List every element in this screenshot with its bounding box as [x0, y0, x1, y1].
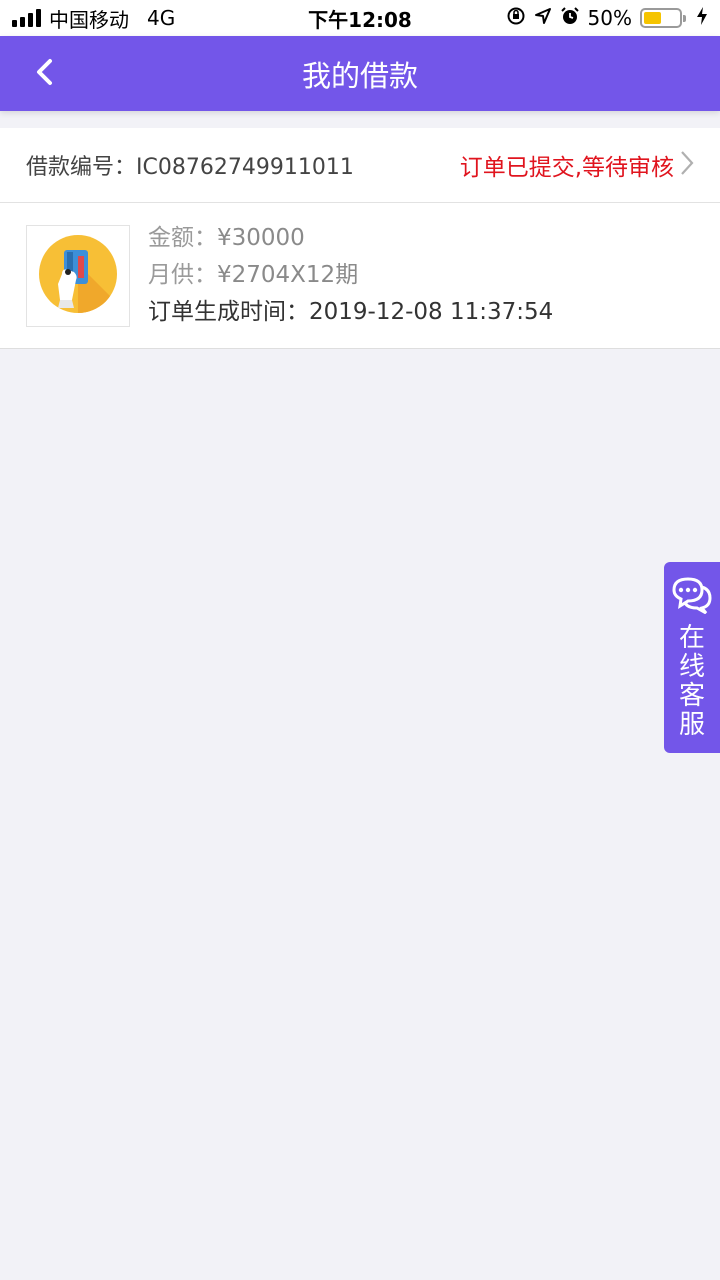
created-time-row: 订单生成时间：2019-12-08 11:37:54 — [148, 297, 553, 328]
signal-strength-icon — [12, 9, 41, 27]
order-thumbnail — [26, 224, 130, 327]
chevron-left-icon — [34, 57, 54, 91]
order-status: 订单已提交,等待审核 — [459, 155, 674, 181]
amount-value: ¥30000 — [217, 225, 305, 251]
chevron-right-icon — [680, 150, 694, 180]
amount-label: 金额： — [148, 225, 217, 251]
monthly-row: 月供：¥2704X12期 — [148, 260, 553, 291]
nav-bar: 我的借款 — [0, 36, 720, 111]
status-bar-right: 50% — [506, 6, 708, 30]
monthly-label: 月供： — [148, 262, 217, 288]
status-bar-left: 中国移动 4G — [12, 4, 175, 33]
created-time-value: 2019-12-08 11:37:54 — [309, 299, 554, 325]
location-arrow-icon — [534, 7, 552, 29]
order-number: 借款编号：IC08762749911011 — [26, 149, 354, 181]
created-time-label: 订单生成时间： — [148, 299, 309, 325]
order-info: 金额：¥30000 月供：¥2704X12期 订单生成时间：2019-12-08… — [148, 223, 553, 328]
order-card[interactable]: 金额：¥30000 月供：¥2704X12期 订单生成时间：2019-12-08… — [0, 203, 720, 349]
orientation-lock-icon — [506, 6, 526, 30]
battery-icon — [640, 8, 686, 28]
online-service-button[interactable]: 在线客服 — [664, 562, 720, 753]
order-status-link[interactable]: 订单已提交,等待审核 — [460, 148, 694, 182]
order-number-value: IC08762749911011 — [136, 155, 354, 180]
status-bar: 中国移动 4G 下午12:08 50% — [0, 0, 720, 36]
chat-bubbles-icon — [670, 576, 714, 618]
order-number-label: 借款编号： — [26, 155, 137, 180]
battery-percent: 50% — [587, 6, 632, 30]
online-service-label: 在线客服 — [678, 623, 705, 740]
monthly-value: ¥2704X12期 — [217, 262, 359, 288]
network-type: 4G — [147, 6, 176, 30]
charging-bolt-icon — [696, 6, 708, 30]
order-header[interactable]: 借款编号：IC08762749911011 订单已提交,等待审核 — [0, 128, 720, 203]
back-button[interactable] — [20, 36, 68, 111]
alarm-icon — [560, 6, 580, 30]
page-title: 我的借款 — [301, 58, 418, 93]
carrier-name: 中国移动 — [49, 7, 129, 32]
card-in-hand-icon — [38, 234, 118, 318]
battery-level — [644, 12, 661, 24]
amount-row: 金额：¥30000 — [148, 223, 553, 254]
